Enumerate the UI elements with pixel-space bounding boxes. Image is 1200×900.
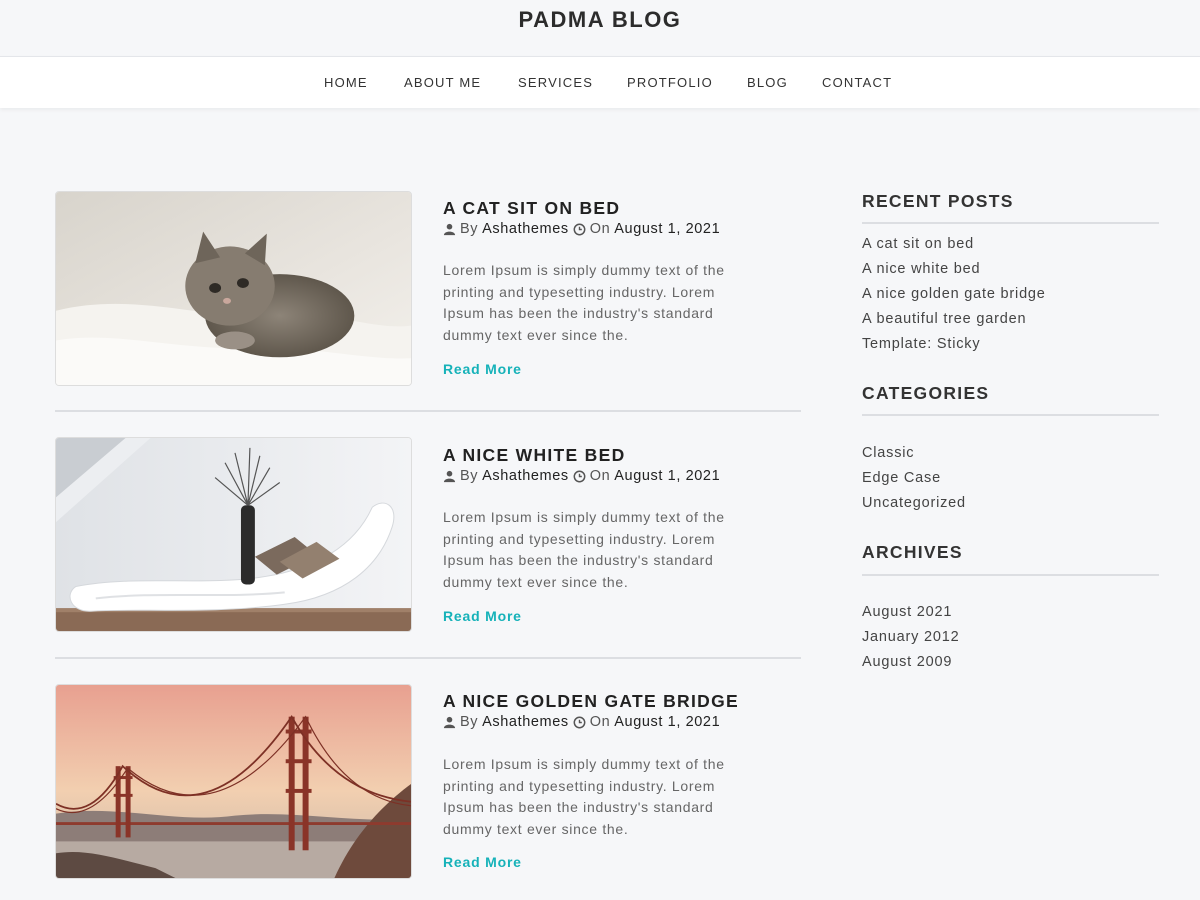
post-date[interactable]: August 1, 2021 (614, 714, 720, 730)
user-icon (443, 470, 456, 482)
read-more-link[interactable]: Read More (443, 608, 522, 624)
archive-link[interactable]: August 2009 (862, 654, 952, 670)
clock-icon (573, 716, 586, 728)
post-meta: By Ashathemes On August 1, 2021 (443, 221, 720, 237)
recent-post-link[interactable]: A cat sit on bed (862, 236, 974, 252)
post-meta: By Ashathemes On August 1, 2021 (443, 714, 720, 730)
recent-posts-title: RECENT POSTS (862, 191, 1014, 211)
post-author[interactable]: Ashathemes (482, 221, 569, 237)
post-date[interactable]: August 1, 2021 (614, 221, 720, 237)
main-nav: HOME ABOUT ME SERVICES PROTFOLIO BLOG CO… (0, 56, 1200, 108)
post-on-label: On (589, 221, 611, 237)
category-link[interactable]: Classic (862, 445, 914, 461)
post-on-label: On (589, 714, 611, 730)
categories-title: CATEGORIES (862, 383, 990, 403)
post-divider (55, 657, 801, 659)
recent-post-link[interactable]: A nice white bed (862, 261, 980, 277)
nav-blog[interactable]: BLOG (747, 75, 788, 90)
widget-divider (862, 222, 1159, 224)
post-author[interactable]: Ashathemes (482, 468, 569, 484)
post-date[interactable]: August 1, 2021 (614, 468, 720, 484)
read-more-link[interactable]: Read More (443, 361, 522, 377)
post-by-label: By (460, 714, 479, 730)
archive-link[interactable]: January 2012 (862, 629, 959, 645)
post-author[interactable]: Ashathemes (482, 714, 569, 730)
site-title[interactable]: PADMA BLOG (0, 7, 1200, 33)
post-meta: By Ashathemes On August 1, 2021 (443, 468, 720, 484)
user-icon (443, 223, 456, 235)
archives-title: ARCHIVES (862, 542, 963, 562)
user-icon (443, 716, 456, 728)
widget-divider (862, 574, 1159, 576)
nav-home[interactable]: HOME (324, 75, 368, 90)
post-title[interactable]: A NICE GOLDEN GATE BRIDGE (443, 691, 739, 712)
post-thumbnail-white-bed[interactable] (55, 437, 412, 632)
recent-post-link[interactable]: Template: Sticky (862, 336, 980, 352)
category-link[interactable]: Edge Case (862, 470, 941, 486)
recent-post-link[interactable]: A beautiful tree garden (862, 311, 1026, 327)
nav-about-me[interactable]: ABOUT ME (404, 75, 481, 90)
post-on-label: On (589, 468, 611, 484)
post-excerpt: Lorem Ipsum is simply dummy text of the … (443, 756, 725, 837)
post-title[interactable]: A NICE WHITE BED (443, 445, 626, 466)
nav-services[interactable]: SERVICES (518, 75, 593, 90)
widget-divider (862, 414, 1159, 416)
clock-icon (573, 470, 586, 482)
post-divider (55, 410, 801, 412)
nav-portfolio[interactable]: PROTFOLIO (627, 75, 713, 90)
post-thumbnail-kitten[interactable] (55, 191, 412, 386)
nav-contact[interactable]: CONTACT (822, 75, 892, 90)
post-excerpt: Lorem Ipsum is simply dummy text of the … (443, 262, 725, 343)
recent-post-link[interactable]: A nice golden gate bridge (862, 286, 1046, 302)
category-link[interactable]: Uncategorized (862, 495, 966, 511)
post-title[interactable]: A CAT SIT ON BED (443, 198, 620, 219)
archive-link[interactable]: August 2021 (862, 604, 952, 620)
post-thumbnail-golden-gate[interactable] (55, 684, 412, 879)
post-by-label: By (460, 468, 479, 484)
clock-icon (573, 223, 586, 235)
post-excerpt: Lorem Ipsum is simply dummy text of the … (443, 509, 725, 590)
read-more-link[interactable]: Read More (443, 854, 522, 870)
post-by-label: By (460, 221, 479, 237)
